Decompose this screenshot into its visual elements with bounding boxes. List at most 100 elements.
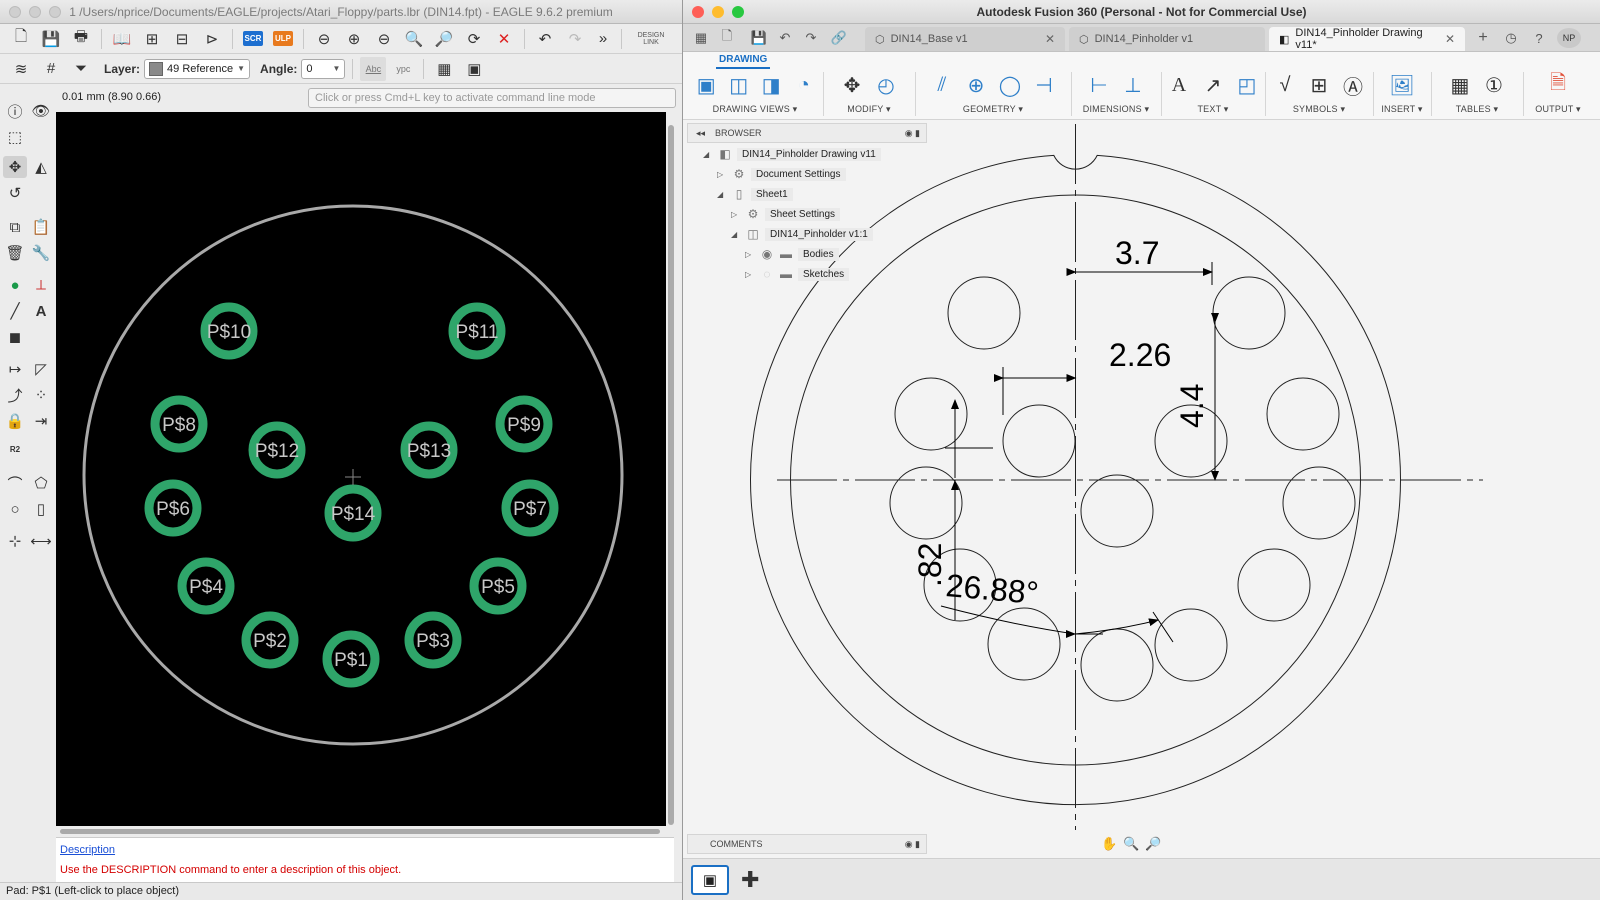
tree-node-sketches[interactable]: ▷ ◌ ▬ Sketches: [745, 265, 850, 283]
info-icon[interactable]: ⓘ: [3, 100, 27, 122]
redo-icon[interactable]: ↷: [562, 27, 588, 51]
dimension-icon[interactable]: ⟷: [29, 530, 53, 552]
zoom-window-icon[interactable]: 🔎: [1145, 836, 1161, 852]
undo-icon[interactable]: ↶: [532, 27, 558, 51]
distribute-icon[interactable]: ▣: [461, 57, 487, 81]
dimension-0-82[interactable]: .82: [912, 543, 948, 587]
device-icon[interactable]: ⊳: [199, 27, 225, 51]
expand-icon[interactable]: ◢: [731, 230, 741, 239]
arc-icon[interactable]: ⌒: [3, 472, 27, 494]
dimension-4-4[interactable]: 4.4: [1174, 384, 1210, 428]
name-value-icon[interactable]: R2: [3, 438, 27, 460]
tree-node-drawing[interactable]: ◢ ◧ DIN14_Pinholder Drawing v11: [703, 145, 881, 163]
line-icon[interactable]: ╱: [3, 300, 27, 322]
copy-icon[interactable]: ⧉: [3, 216, 27, 238]
delete-icon[interactable]: 🗑: [3, 242, 27, 264]
paste-icon[interactable]: 📋: [29, 216, 53, 238]
rotate-icon[interactable]: ↺: [3, 182, 27, 204]
mirror-text-button[interactable]: ypc: [390, 57, 416, 81]
align-icon[interactable]: ▦: [431, 57, 457, 81]
eye-hidden-icon[interactable]: ◌: [760, 267, 774, 281]
save-icon[interactable]: 💾: [38, 27, 64, 51]
split-icon[interactable]: ↦: [3, 358, 27, 380]
panel-options-icon[interactable]: ◉ ▮: [905, 839, 920, 850]
stop-icon[interactable]: ✕: [491, 27, 517, 51]
tree-node-sheet-settings[interactable]: ▷ ⚙ Sheet Settings: [731, 205, 841, 223]
filter-icon[interactable]: ⏷: [68, 57, 94, 81]
lock-icon[interactable]: 🔒: [3, 410, 27, 432]
pan-icon[interactable]: ✋: [1101, 836, 1117, 852]
more-icon[interactable]: »: [592, 27, 614, 51]
collapse-icon[interactable]: ◂◂: [696, 128, 705, 139]
ulp-button[interactable]: ULP: [270, 27, 296, 51]
description-link[interactable]: Description: [60, 844, 670, 856]
tree-label: Sketches: [798, 267, 850, 281]
vertical-scrollbar[interactable]: [668, 125, 674, 825]
zoom-icon[interactable]: 🔍: [1123, 836, 1139, 852]
smd-icon[interactable]: ⟂: [29, 274, 53, 296]
route-icon[interactable]: ⤴: [3, 384, 27, 406]
tree-node-sheet1[interactable]: ◢ ▯ Sheet1: [717, 185, 793, 203]
mirror-icon[interactable]: ◭: [29, 156, 53, 178]
script-button[interactable]: SCR: [240, 27, 266, 51]
ulp-label: ULP: [273, 31, 293, 46]
gear-icon: ⚙: [747, 207, 759, 221]
move-icon[interactable]: ✥: [3, 156, 27, 178]
show-icon[interactable]: 👁: [29, 100, 53, 122]
pad-icon[interactable]: ●: [3, 274, 27, 296]
package-icon[interactable]: ⊞: [139, 27, 165, 51]
dimension-26-88-deg[interactable]: 26.88°: [944, 567, 1040, 611]
miter-icon[interactable]: ◸: [29, 358, 53, 380]
design-link-button[interactable]: DESIGN LINK: [629, 27, 673, 51]
expand-icon[interactable]: ▷: [731, 210, 741, 219]
redraw-icon[interactable]: ⟳: [461, 27, 487, 51]
expand-icon[interactable]: ▷: [745, 250, 755, 259]
text-icon[interactable]: A: [29, 300, 53, 322]
expand-icon[interactable]: ◢: [717, 190, 727, 199]
tree-node-document-settings[interactable]: ▷ ⚙ Document Settings: [717, 165, 846, 183]
symbol-icon[interactable]: ⊟: [169, 27, 195, 51]
text-style-button[interactable]: Abc: [360, 56, 387, 81]
footprint-canvas[interactable]: P$10 P$11 P$8 P$12 P$13 P$9 P$6 P$14 P$7 P$4 P$5 P$…: [56, 112, 666, 826]
eye-icon[interactable]: ◉: [760, 247, 774, 261]
open-library-icon[interactable]: 📖: [109, 27, 135, 51]
circle-icon[interactable]: ○: [3, 498, 27, 520]
grid-icon[interactable]: #: [38, 57, 64, 81]
tree-node-bodies[interactable]: ▷ ◉ ▬ Bodies: [745, 245, 839, 263]
tree-label: Document Settings: [751, 167, 846, 181]
panel-options-icon[interactable]: ◉ ▮: [905, 128, 920, 139]
zoom-out-icon[interactable]: ⊖: [371, 27, 397, 51]
description-note: Use the DESCRIPTION command to enter a d…: [60, 864, 402, 876]
polygon-fill-icon[interactable]: ◼: [3, 326, 27, 348]
zoom-in-icon[interactable]: ⊕: [341, 27, 367, 51]
layer-settings-icon[interactable]: ≋: [8, 57, 34, 81]
sheet-thumbnail[interactable]: ▣: [691, 865, 729, 895]
zoom-select-icon[interactable]: 🔍: [401, 27, 427, 51]
ratsnest-icon[interactable]: ⁘: [29, 384, 53, 406]
wrench-icon[interactable]: 🔧: [29, 242, 53, 264]
expand-icon[interactable]: ◢: [703, 150, 713, 159]
command-line-input[interactable]: Click or press Cmd+L key to activate com…: [308, 88, 676, 108]
add-sheet-icon[interactable]: ✚: [741, 867, 759, 893]
window-controls[interactable]: [9, 6, 61, 18]
tree-node-pinholder-view[interactable]: ◢ ◫ DIN14_Pinholder v1:1: [731, 225, 873, 243]
new-file-icon[interactable]: 🗋: [8, 27, 34, 51]
horizontal-scrollbar[interactable]: [60, 829, 660, 834]
zoom-last-icon[interactable]: 🔎: [431, 27, 457, 51]
browser-label: BROWSER: [715, 128, 762, 138]
select-icon[interactable]: ⬚: [3, 126, 27, 148]
polygon-icon[interactable]: ⬠: [29, 472, 53, 494]
expand-icon[interactable]: ▷: [745, 270, 755, 279]
ripup-icon[interactable]: ⇥: [29, 410, 53, 432]
browser-panel-header[interactable]: ◂◂ BROWSER ◉ ▮: [687, 123, 927, 143]
comments-panel-header[interactable]: COMMENTS ◉ ▮: [687, 834, 927, 854]
dimension-3-7[interactable]: 3.7: [1115, 235, 1159, 271]
print-icon[interactable]: 🖶: [68, 27, 94, 51]
mark-icon[interactable]: ⊹: [3, 530, 27, 552]
dimension-2-26[interactable]: 2.26: [1109, 337, 1171, 373]
zoom-fit-icon[interactable]: ⊖: [311, 27, 337, 51]
rectangle-icon[interactable]: ▯: [29, 498, 53, 520]
expand-icon[interactable]: ▷: [717, 170, 727, 179]
layer-dropdown[interactable]: 49 Reference ▼: [144, 58, 251, 79]
angle-dropdown[interactable]: 0 ▼: [301, 58, 346, 79]
